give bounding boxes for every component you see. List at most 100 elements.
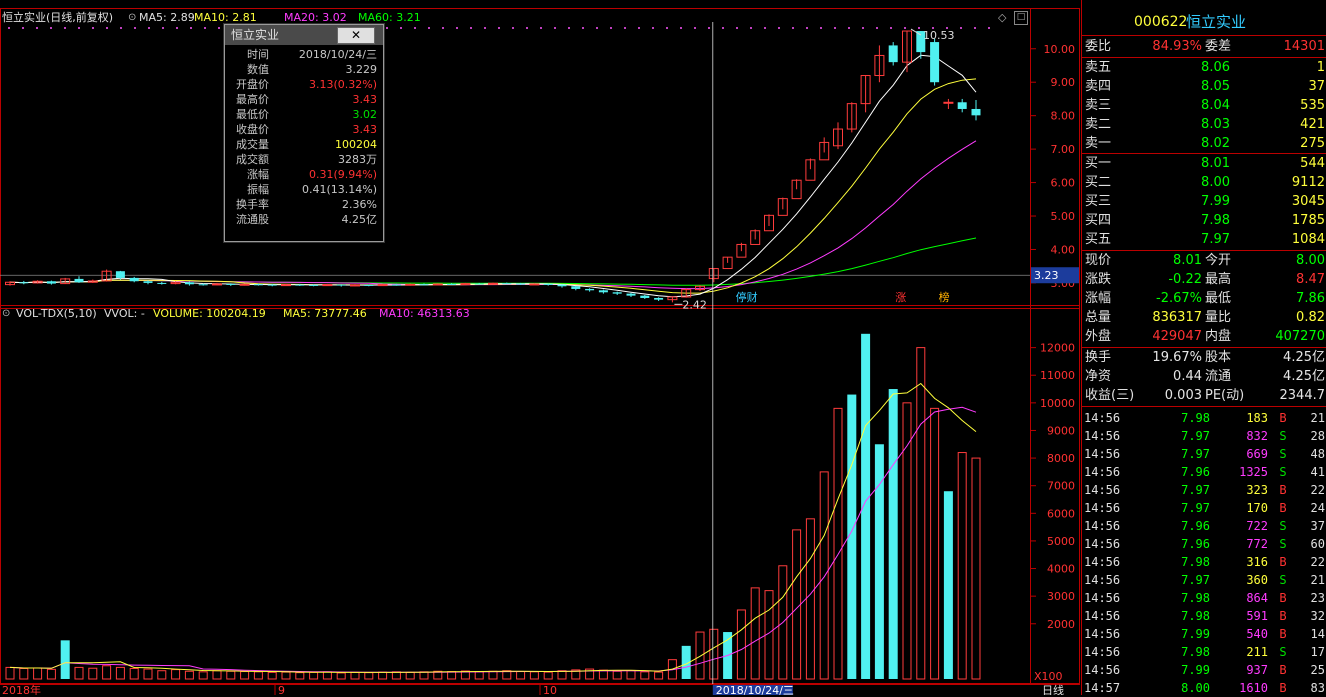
tick-time: 14:56 xyxy=(1084,609,1121,623)
tick-price: 7.96 xyxy=(1181,519,1210,533)
candle-body xyxy=(267,284,277,286)
vol-indicator-name: VOL-TDX(5,10) xyxy=(16,307,97,320)
tick-count: 17 xyxy=(1310,645,1325,659)
volume-bar xyxy=(184,670,194,680)
tick-price: 7.96 xyxy=(1181,465,1210,479)
volume-bar xyxy=(654,671,664,680)
tick-row: 14:56 7.97 170 B 24 xyxy=(1082,499,1326,517)
tick-price: 7.99 xyxy=(1181,627,1210,641)
volume-tick-label: 7000 xyxy=(1047,480,1075,493)
dotted-marker xyxy=(820,27,822,29)
price-tick-label: 6.00 xyxy=(1051,177,1076,190)
candle-body xyxy=(654,297,664,300)
ask-row[interactable]: 卖一 8.02 275 xyxy=(1082,134,1326,153)
weibi-row: 委比 84.93% 委差 14301 xyxy=(1082,37,1326,56)
tick-volume: 722 xyxy=(1246,519,1268,533)
dotted-marker xyxy=(792,27,794,29)
volume-label: VOLUME: 100204.19 xyxy=(153,307,266,320)
tick-time: 14:56 xyxy=(1084,519,1121,533)
order-price: 8.05 xyxy=(1201,79,1230,94)
stat-value: 0.82 xyxy=(1296,310,1325,325)
dotted-marker xyxy=(386,27,388,29)
tick-side: S xyxy=(1279,429,1287,443)
tick-count: 21 xyxy=(1310,411,1325,425)
dotted-marker xyxy=(456,27,458,29)
tick-count: 22 xyxy=(1310,483,1325,497)
stat-value: 8.47 xyxy=(1296,272,1325,287)
diamond-icon[interactable]: ◇ xyxy=(998,11,1006,25)
popup-row-value: 3.13(0.32%) xyxy=(308,78,377,91)
tick-count: 14 xyxy=(1310,627,1325,641)
candle-body xyxy=(502,283,512,285)
order-qty: 421 xyxy=(1300,117,1325,132)
stat-label: 今开 xyxy=(1205,253,1232,268)
weicha-value: 14301 xyxy=(1283,39,1325,54)
kline-volume-chart[interactable]: 10.009.008.007.006.005.004.003.003.23120… xyxy=(0,0,1080,695)
stat-row: 外盘 429047 内盘 407270 xyxy=(1082,327,1326,346)
ma60-line xyxy=(9,237,977,286)
top-menu-bar-remnant[interactable] xyxy=(0,0,1080,6)
candle-body xyxy=(309,284,319,286)
stat-row: 现价 8.01 今开 8.00 xyxy=(1082,251,1326,270)
tick-price: 7.98 xyxy=(1181,591,1210,605)
candle-body xyxy=(377,284,388,287)
bid-row[interactable]: 买五 7.97 1084 xyxy=(1082,230,1326,249)
popup-row: 最高价 3.43 xyxy=(225,92,383,107)
ask-row[interactable]: 卖三 8.04 535 xyxy=(1082,96,1326,115)
volume-tick-label: 2000 xyxy=(1047,618,1075,631)
info-popup[interactable]: 恒立实业 ✕ 时间 2018/10/24/三 数值 3.229 开盘价 3.13(0.32… xyxy=(224,24,384,242)
volume-tick-label: 12000 xyxy=(1040,342,1075,355)
popup-close-button[interactable]: ✕ xyxy=(337,27,375,44)
ask-row[interactable]: 卖二 8.03 421 xyxy=(1082,115,1326,134)
tick-side: B xyxy=(1279,501,1287,515)
dotted-marker xyxy=(988,27,990,29)
popup-row-value: 4.25亿 xyxy=(341,213,378,226)
volume-bar xyxy=(19,668,29,680)
dotted-marker xyxy=(512,27,514,29)
tick-side: B xyxy=(1279,591,1287,605)
settings-icon[interactable]: ⊙ xyxy=(128,11,136,25)
volume-bar xyxy=(226,670,236,680)
dotted-marker xyxy=(568,27,570,29)
order-qty: 9112 xyxy=(1291,175,1325,190)
ma5-line xyxy=(9,54,977,298)
tick-time: 14:56 xyxy=(1084,447,1121,461)
candle-body xyxy=(626,293,636,296)
tick-count: 21 xyxy=(1310,573,1325,587)
candle-body xyxy=(336,284,346,286)
tick-side: S xyxy=(1279,465,1287,479)
dotted-marker xyxy=(218,27,220,29)
tag-rank: 榜 xyxy=(939,290,950,304)
stat-value: 0.44 xyxy=(1173,369,1202,384)
candle-body xyxy=(281,284,291,287)
candle-body xyxy=(405,283,416,286)
ask-row[interactable]: 卖四 8.05 37 xyxy=(1082,77,1326,96)
volume-bar xyxy=(447,671,457,680)
vol-settings-icon[interactable]: ⊙ xyxy=(2,307,10,321)
volume-bar xyxy=(736,609,746,680)
dotted-marker xyxy=(148,27,150,29)
tick-time: 14:56 xyxy=(1084,627,1121,641)
dotted-marker xyxy=(78,27,80,29)
volume-bar xyxy=(557,670,567,680)
popup-row-value: 2.36% xyxy=(342,198,377,211)
maximize-icon[interactable]: □ xyxy=(1014,11,1028,25)
order-label: 买一 xyxy=(1085,156,1112,171)
volume-tick-label: 3000 xyxy=(1047,590,1075,603)
stat-value: 0.003 xyxy=(1164,388,1202,403)
dotted-marker xyxy=(526,27,528,29)
bid-row[interactable]: 买四 7.98 1785 xyxy=(1082,211,1326,230)
current-price-label: 3.23 xyxy=(1034,269,1059,282)
bid-row[interactable]: 买一 8.01 544 xyxy=(1082,154,1326,173)
bid-row[interactable]: 买二 8.00 9112 xyxy=(1082,173,1326,192)
tick-side: B xyxy=(1279,483,1287,497)
candle-body xyxy=(46,281,56,284)
ask-row[interactable]: 卖五 8.06 1 xyxy=(1082,58,1326,77)
volume-tick-label: 6000 xyxy=(1047,507,1075,520)
dotted-marker xyxy=(960,27,962,29)
tick-volume: 540 xyxy=(1246,627,1268,641)
order-price: 7.97 xyxy=(1201,232,1230,247)
bid-row[interactable]: 买三 7.99 3045 xyxy=(1082,192,1326,211)
dotted-marker xyxy=(106,27,108,29)
chart-area[interactable]: 10.00 9.00 8.00 7.00 6.00 5.00 4.00 3.00 3.23 120… xyxy=(0,0,1080,695)
